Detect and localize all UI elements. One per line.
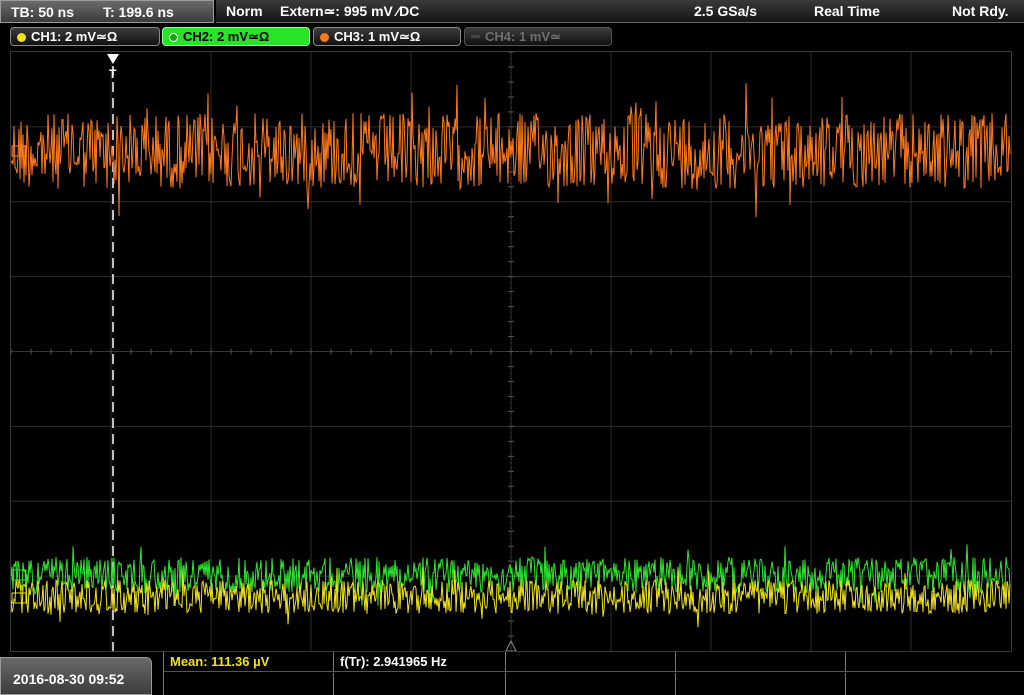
ch2-dot-icon [169,33,178,42]
measurement-slot-4[interactable] [676,652,846,672]
waveform-display[interactable]: T [10,51,1012,652]
measurement-slot-5[interactable] [846,652,1024,672]
acquisition-mode[interactable]: Real Time [814,3,880,19]
sample-rate: 2.5 GSa/s [694,3,758,19]
trigger-mode[interactable]: Norm [226,3,263,19]
timebase-box[interactable]: TB: 50 ns T: 199.6 ns [0,0,214,23]
acquisition-status: Not Rdy. [952,3,1009,19]
trigger-marker-label: T [109,67,117,81]
channel-tab-ch2[interactable]: CH2: 2 mV≃Ω [162,27,310,46]
channel-label: CH4: 1 mV≃ [485,29,561,44]
trigger-arrow-icon [107,54,119,64]
measurement-slot-7[interactable] [334,673,506,695]
datetime-box: 2016-08-30 09:52 [0,657,152,695]
acquisition-bar: Norm Extern≃: 995 mV ⁄DC 2.5 GSa/s Real … [216,0,1024,23]
measurement-slot-6[interactable] [164,673,334,695]
channel-label: CH1: 2 mV≃Ω [31,29,118,44]
measurement-bar: Mean: 111.36 µV f(Tr): 2.941965 Hz [163,652,1024,695]
channel-tabs: CH1: 2 mV≃Ω CH2: 2 mV≃Ω CH3: 1 mV≃Ω CH4:… [0,25,1024,49]
measurement-mean[interactable]: Mean: 111.36 µV [164,652,334,672]
channel-tab-ch4[interactable]: CH4: 1 mV≃ [464,27,612,46]
measurement-slot-8[interactable] [506,673,676,695]
status-bar: TB: 50 ns T: 199.6 ns Norm Extern≃: 995 … [0,0,1024,24]
ch1-dot-icon [17,33,26,42]
timebase-readout: TB: 50 ns [11,4,75,20]
ch4-dot-icon [471,35,480,38]
waveform-graticule: T [11,52,1011,651]
channel-tab-ch1[interactable]: CH1: 2 mV≃Ω [10,27,160,46]
measurement-slot-9[interactable] [676,673,846,695]
measurement-frequency[interactable]: f(Tr): 2.941965 Hz [334,652,506,672]
datetime: 2016-08-30 09:52 [13,671,125,687]
trigger-source[interactable]: Extern≃: 995 mV ⁄DC [280,3,419,20]
measurement-slot-3[interactable] [506,652,676,672]
channel-label: CH3: 1 mV≃Ω [334,29,421,44]
ch3-dot-icon [320,33,329,42]
channel-tab-ch3[interactable]: CH3: 1 mV≃Ω [313,27,461,46]
measurement-slot-10[interactable] [846,673,1024,695]
trigger-time-readout: T: 199.6 ns [103,4,174,20]
channel-ground-markers [11,145,27,604]
channel-label: CH2: 2 mV≃Ω [183,29,270,44]
